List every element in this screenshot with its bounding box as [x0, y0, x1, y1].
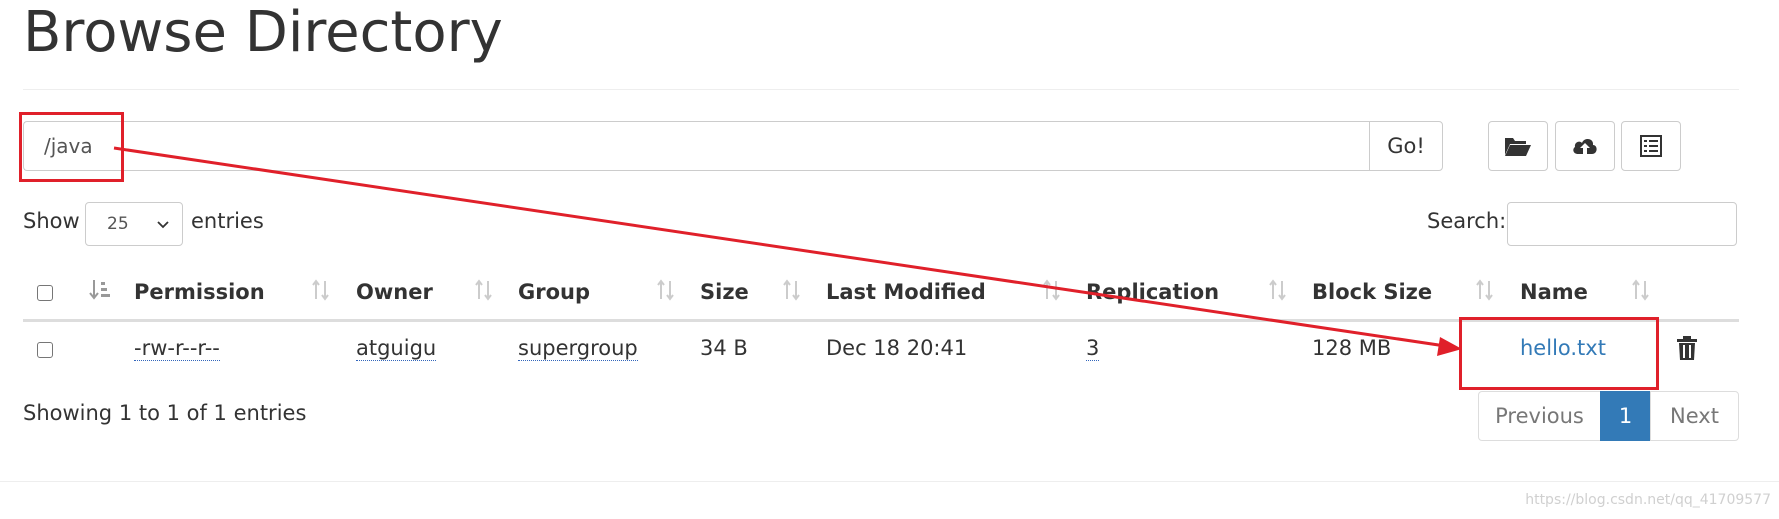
- annotation-arrow: [113, 146, 1462, 356]
